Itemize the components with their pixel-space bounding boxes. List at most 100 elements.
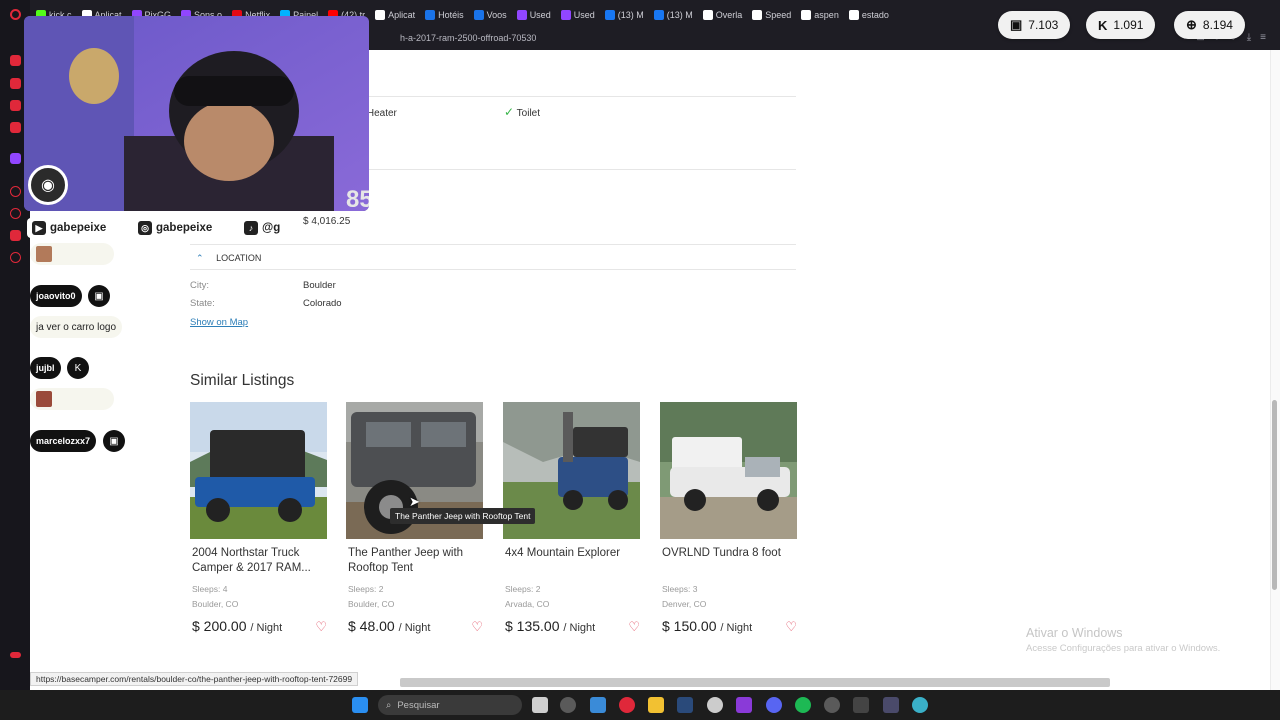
tab[interactable]: (13) M xyxy=(650,4,697,26)
tiktok-icon: ♪ xyxy=(244,221,258,235)
sidebar-app-icon[interactable] xyxy=(10,55,21,66)
tab[interactable]: Speed xyxy=(748,4,795,26)
tab-favicon-icon xyxy=(702,10,713,20)
file-explorer-icon[interactable] xyxy=(648,697,664,713)
viewer-counter-total: ⊕ 8.194 xyxy=(1174,11,1245,39)
divider xyxy=(190,269,796,270)
task-view-icon[interactable] xyxy=(532,697,548,713)
tab-favicon-icon xyxy=(848,10,859,20)
favorite-heart-icon[interactable]: ♡ xyxy=(471,619,483,635)
tab[interactable]: estado xyxy=(845,4,893,26)
settings-icon[interactable] xyxy=(10,252,21,263)
twitch-sidebar-icon[interactable] xyxy=(10,153,21,164)
app-icon[interactable] xyxy=(707,697,723,713)
extensions-icon[interactable] xyxy=(10,230,21,241)
webcam-counter: 85 xyxy=(346,186,369,211)
tab[interactable]: Aplicat xyxy=(371,4,419,26)
chevron-up-icon: ⌃ xyxy=(196,253,204,263)
instagram-icon: ◎ xyxy=(138,221,152,235)
app-icon[interactable] xyxy=(883,697,899,713)
tab[interactable]: Hotéis xyxy=(421,4,468,26)
truck-camper-image xyxy=(190,402,327,539)
listing-title[interactable]: 2004 Northstar Truck Camper & 2017 RAM..… xyxy=(192,546,327,576)
listing-city: Boulder, CO xyxy=(348,599,395,609)
twitch-icon: ▣ xyxy=(88,285,110,307)
download-icon[interactable]: ⤓ xyxy=(1247,32,1251,43)
tab[interactable]: Used xyxy=(557,4,599,26)
location-section-toggle[interactable]: ⌃ LOCATION xyxy=(196,253,261,264)
listing-city: Boulder, CO xyxy=(192,599,239,609)
tundra-camper-image xyxy=(660,402,797,539)
sidebar-app-icon[interactable] xyxy=(10,100,21,111)
listing-photo[interactable] xyxy=(660,402,797,539)
tab-favicon-icon xyxy=(425,10,436,20)
taskbar-search[interactable]: ⌕ Pesquisar xyxy=(378,695,522,715)
sidebar-app-icon[interactable] xyxy=(10,122,21,133)
chat-username: joaovito0 xyxy=(30,285,82,307)
menu-icon[interactable]: ≡ xyxy=(1260,32,1266,43)
streamer-webcam-image xyxy=(24,16,369,211)
app-icon[interactable] xyxy=(560,697,576,713)
favorite-heart-icon[interactable]: ♡ xyxy=(785,619,797,635)
social-youtube: ▶ gabepeixe xyxy=(27,218,112,238)
opera-icon[interactable] xyxy=(619,697,635,713)
tab-favicon-icon xyxy=(516,10,527,20)
amenity-toilet: ✓ Toilet xyxy=(504,105,541,119)
listing-city: Arvada, CO xyxy=(505,599,550,609)
app-icon[interactable] xyxy=(736,697,752,713)
tab-favicon-icon xyxy=(653,10,664,20)
listing-price: $ 200.00 / Night xyxy=(192,618,283,634)
horizontal-scrollbar[interactable] xyxy=(400,678,1110,687)
viewer-counter-twitch: ▣ 7.103 xyxy=(998,11,1071,39)
listing-price: $ 48.00 / Night xyxy=(348,618,431,634)
vertical-scrollbar-thumb[interactable] xyxy=(1272,400,1277,590)
opera-logo-icon[interactable] xyxy=(10,9,21,20)
clock-icon[interactable] xyxy=(10,208,21,219)
city-value: Boulder xyxy=(303,280,336,291)
tab[interactable]: (13) M xyxy=(601,4,648,26)
vertical-scrollbar[interactable] xyxy=(1270,50,1280,690)
history-icon[interactable] xyxy=(10,186,21,197)
tab-favicon-icon xyxy=(801,10,812,20)
chat-username: jujbl xyxy=(30,357,61,379)
tab[interactable]: Used xyxy=(513,4,555,26)
listing-sleeps: Sleeps: 2 xyxy=(348,584,384,594)
listing-price: $ 150.00 / Night xyxy=(662,618,753,634)
tab[interactable]: Overla xyxy=(699,4,747,26)
kick-icon: K xyxy=(67,357,89,379)
kick-icon: K xyxy=(1098,17,1108,33)
favorite-heart-icon[interactable]: ♡ xyxy=(628,619,640,635)
url-text[interactable]: h-a-2017-ram-2500-offroad-70530 xyxy=(400,33,536,43)
listing-sleeps: Sleeps: 2 xyxy=(505,584,541,594)
steam-icon[interactable] xyxy=(677,697,693,713)
listing-card[interactable]: OVRLND Tundra 8 foot Sleeps: 3 Denver, C… xyxy=(660,402,797,642)
listing-photo[interactable] xyxy=(190,402,327,539)
discord-icon[interactable] xyxy=(766,697,782,713)
sidebar-app-icon[interactable] xyxy=(10,78,21,89)
divider xyxy=(190,244,796,245)
copilot-icon[interactable] xyxy=(590,697,606,713)
show-on-map-link[interactable]: Show on Map xyxy=(190,317,248,328)
app-icon[interactable] xyxy=(853,697,869,713)
listing-title[interactable]: 4x4 Mountain Explorer xyxy=(505,546,640,561)
app-icon[interactable] xyxy=(912,697,928,713)
chat-message: ja ver o carro logo xyxy=(30,316,123,338)
location-header: LOCATION xyxy=(216,253,262,263)
obs-icon[interactable] xyxy=(824,697,840,713)
chat-avatar-row xyxy=(30,243,114,265)
windows-start-icon[interactable] xyxy=(352,697,368,713)
listing-title[interactable]: The Panther Jeep with Rooftop Tent xyxy=(348,546,483,576)
favorite-heart-icon[interactable]: ♡ xyxy=(315,619,327,635)
sidebar-more-icon[interactable] xyxy=(10,652,21,658)
tab[interactable]: Voos xyxy=(470,4,511,26)
spotify-icon[interactable] xyxy=(795,697,811,713)
youtube-icon: ▶ xyxy=(32,221,46,235)
tab[interactable]: aspen xyxy=(797,4,843,26)
chat-username: marcelozxx7 xyxy=(30,430,97,452)
listing-title[interactable]: OVRLND Tundra 8 foot xyxy=(662,546,797,561)
listing-tooltip: The Panther Jeep with Rooftop Tent xyxy=(390,508,536,524)
status-bar-link: https://basecamper.com/rentals/boulder-c… xyxy=(30,672,359,686)
windows-taskbar: ⌕ Pesquisar xyxy=(0,690,1280,720)
tab-favicon-icon xyxy=(560,10,571,20)
listing-card[interactable]: 2004 Northstar Truck Camper & 2017 RAM..… xyxy=(190,402,327,642)
